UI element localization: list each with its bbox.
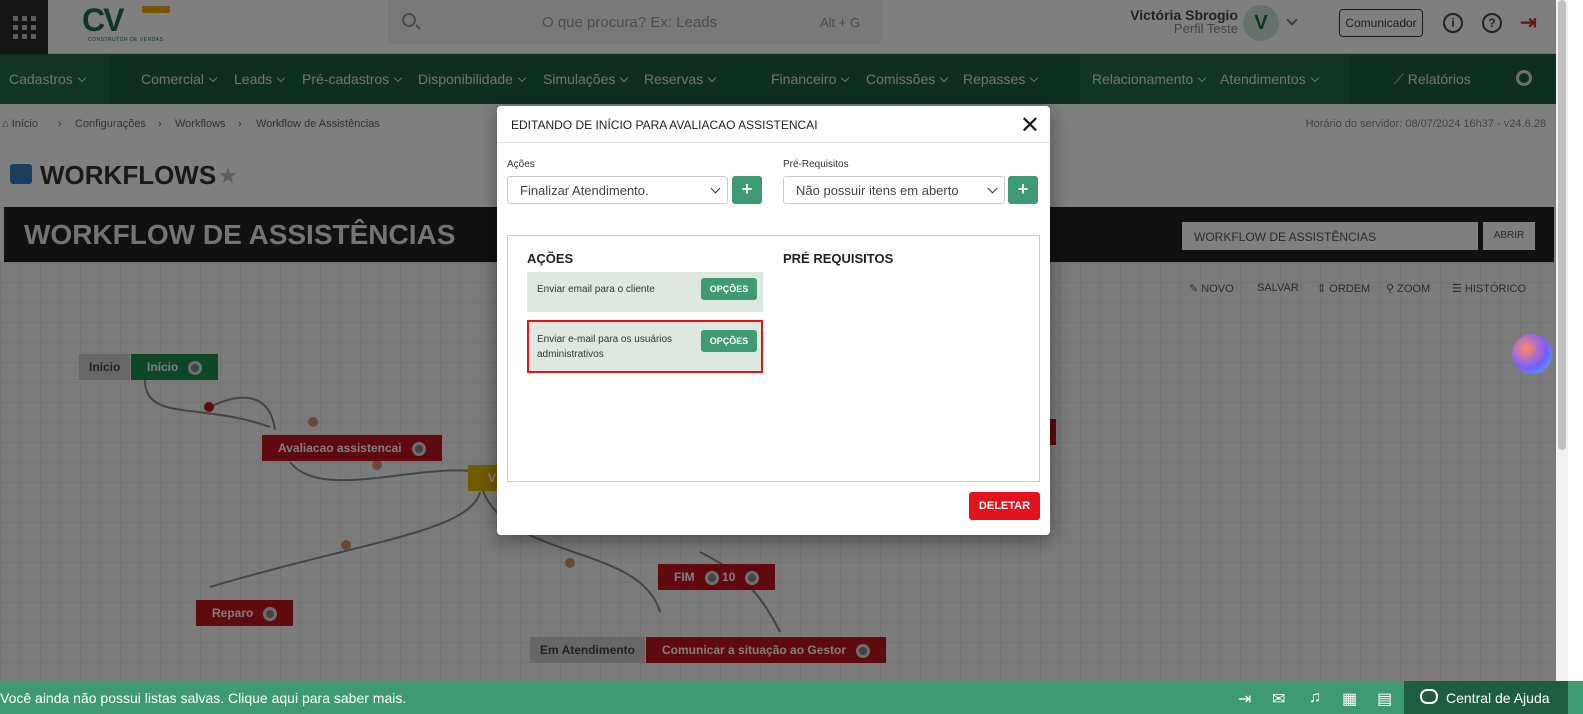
action-text: Enviar e-mail para os usuários administr… (537, 334, 673, 360)
pre-requisitos-heading: PRÉ REQUISITOS (783, 251, 894, 266)
scrollbar[interactable] (1556, 0, 1568, 681)
scrollbar-thumb[interactable] (1558, 0, 1566, 450)
chat-icon (1420, 689, 1438, 704)
mail-star-icon[interactable]: ✉ (1272, 689, 1285, 709)
options-button[interactable]: OPÇÕES (701, 330, 757, 352)
acoes-select[interactable]: Finalizar Atendimento. (507, 176, 728, 204)
acoes-heading: AÇÕES (527, 251, 574, 266)
close-icon[interactable]: ✕ (1020, 111, 1040, 140)
acoes-label: Ações (507, 159, 535, 170)
action-item: Enviar e-mail para os usuários administr… (527, 320, 763, 373)
action-text: Enviar email para o cliente (537, 284, 655, 295)
action-item: Enviar email para o cliente OPÇÕES (527, 272, 763, 312)
chevron-down-icon (710, 183, 721, 194)
actions-panel: AÇÕES PRÉ REQUISITOS Enviar email para o… (507, 235, 1040, 482)
assistant-orb-icon[interactable] (1512, 334, 1552, 374)
add-pre-requisito-button[interactable]: + (1008, 176, 1038, 204)
help-center-button[interactable]: Central de Ajuda (1404, 681, 1568, 714)
pre-requisitos-select[interactable]: Não possuir itens em aberto (783, 176, 1005, 204)
collapse-icon[interactable]: ⇥ (1238, 689, 1251, 709)
calendar-icon[interactable]: ▦ (1342, 689, 1357, 709)
calculator-icon[interactable]: ▤ (1377, 689, 1392, 709)
footer-message[interactable]: Você ainda não possui listas salvas. Cli… (0, 690, 406, 706)
bell-icon[interactable]: ♫ (1309, 689, 1321, 707)
chevron-down-icon (987, 183, 998, 194)
footer-bar: Você ainda não possui listas salvas. Cli… (0, 681, 1583, 714)
options-button[interactable]: OPÇÕES (701, 278, 757, 300)
pre-requisitos-label: Pré-Requisitos (783, 159, 849, 170)
delete-button[interactable]: DELETAR (969, 492, 1040, 520)
modal-title: EDITANDO DE INÍCIO PARA AVALIACAO ASSIST… (497, 106, 1050, 143)
edit-transition-modal: EDITANDO DE INÍCIO PARA AVALIACAO ASSIST… (497, 106, 1050, 535)
add-acao-button[interactable]: + (732, 176, 762, 204)
